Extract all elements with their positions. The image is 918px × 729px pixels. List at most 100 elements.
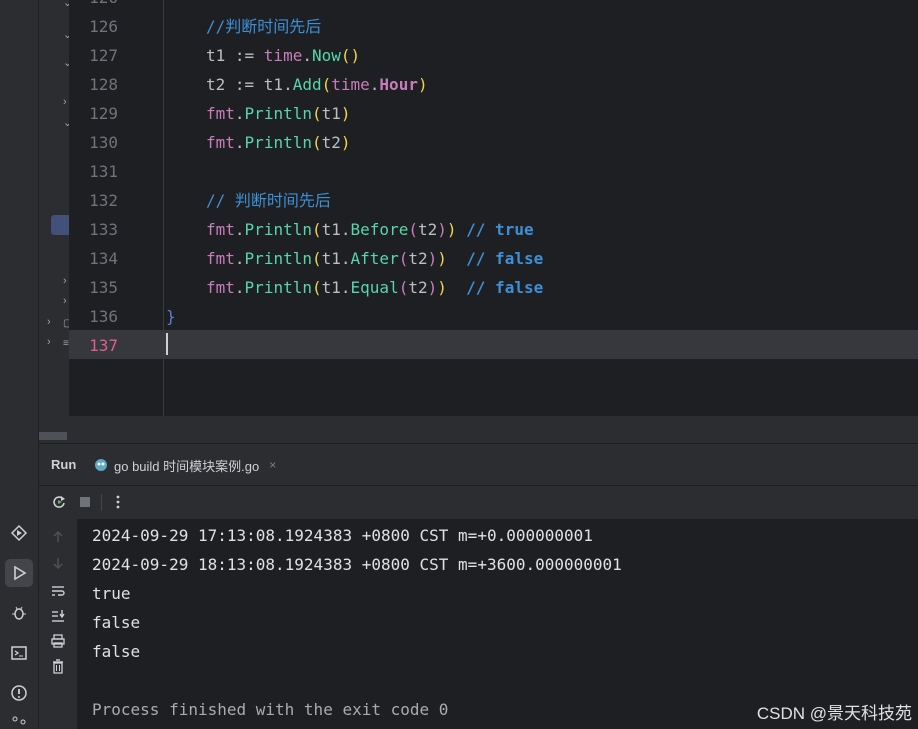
debug-icon[interactable] [5,599,33,627]
chevron-right-icon[interactable]: › [47,316,51,328]
run-panel-title: Run [51,457,77,472]
constant: Hour [379,75,418,94]
tool-window-strip [0,0,39,729]
package-name: fmt [206,220,235,239]
line-number: 131 [89,162,118,181]
console-output[interactable]: 2024-09-29 17:13:08.1924383 +0800 CST m=… [78,519,918,729]
selected-tree-item[interactable] [51,215,69,235]
process-finished-line: Process finished with the exit code 0 [92,700,449,719]
function-call: After [350,249,399,268]
trash-icon[interactable] [48,657,68,677]
identifier: t2 [321,133,341,152]
console-line: 2024-09-29 18:13:08.1924383 +0800 CST m=… [92,555,622,574]
function-call: Equal [350,278,399,297]
run-toolbar [39,485,918,520]
console-line: true [92,584,131,603]
more-icon[interactable] [108,492,128,512]
operator: := [225,75,264,94]
tab-label: go build 时间模块案例.go [114,458,260,474]
function-call: Before [350,220,409,239]
line-number: 134 [89,249,118,268]
code-line: fmt.Println(t1.Before(t2)) // true [206,220,534,239]
line-number-current: 137 [89,336,118,355]
identifier: t2 [408,278,428,297]
line-number: 128 [89,75,118,94]
line-number: 133 [89,220,118,239]
toolbar-divider [101,494,102,511]
function-call: Println [244,133,312,152]
console-line: false [92,642,141,661]
text-caret [166,333,168,355]
closing-brace: } [166,307,176,326]
identifier: t1 [321,220,341,239]
code-line: fmt.Println(t1.Equal(t2)) // false [206,278,544,297]
problems-icon[interactable] [5,679,33,707]
function-call: Println [244,278,312,297]
console-line: 2024-09-29 17:13:08.1924383 +0800 CST m=… [92,526,593,545]
comment: // 判断时间先后 [206,191,331,210]
soft-wrap-icon[interactable] [48,581,68,601]
comment: // false [466,249,544,268]
project-tree[interactable]: ⌄ ⌄ ⌄ › ⌄ › › › ▢ › ≡ [39,0,69,430]
horizontal-scrollbar[interactable] [39,432,67,440]
comment: // false [466,278,544,297]
package-name: time [331,75,370,94]
function-call: Add [292,75,322,94]
line-number: 132 [89,191,118,210]
code-line: } [166,302,176,331]
code-editor[interactable]: 126 126 127 128 129 130 131 132 133 134 … [69,0,918,416]
stop-icon[interactable] [75,492,95,512]
function-call: Println [244,220,312,239]
terminal-icon[interactable] [5,639,33,667]
code-line: // 判断时间先后 [206,186,331,215]
code-line: fmt.Println(t1) [206,104,351,123]
rerun-icon[interactable] [49,492,69,512]
package-name: fmt [206,133,235,152]
library-icon: ≡ [63,338,69,349]
up-arrow-icon[interactable] [48,527,68,547]
close-icon[interactable]: × [269,458,276,472]
git-icon[interactable] [5,716,33,729]
chevron-right-icon[interactable]: › [47,336,51,348]
watermark: CSDN @景天科技苑 [756,704,912,723]
code-line: fmt.Println(t2) [206,133,351,152]
operator: := [225,46,264,65]
run-side-toolbar [39,519,78,729]
identifier: t1 [321,249,341,268]
code-line: t1 := time.Now() [206,46,361,65]
identifier: t1 [321,278,341,297]
code-line: t2 := t1.Add(time.Hour) [206,75,428,94]
down-arrow-icon[interactable] [48,553,68,573]
identifier: t2 [408,249,428,268]
code-line: fmt.Println(t1.After(t2)) // false [206,249,544,268]
package-name: fmt [206,249,235,268]
scroll-to-end-icon[interactable] [48,606,68,626]
console-line: false [92,613,141,632]
comment: // true [466,220,534,239]
identifier: t1 [263,75,284,94]
run-icon[interactable] [5,559,33,587]
line-number: 135 [89,278,118,297]
chevron-right-icon[interactable]: › [63,275,67,287]
tab-go-build[interactable]: go build 时间模块案例.go × [94,444,304,488]
line-number: 126 [69,0,118,12]
identifier: t2 [206,75,226,94]
line-number: 127 [89,46,118,65]
line-number: 130 [89,133,118,152]
go-file-icon [95,459,107,471]
services-icon[interactable] [5,519,33,547]
print-icon[interactable] [48,631,68,651]
package-name: fmt [206,104,235,123]
line-number: 129 [89,104,118,123]
line-number: 126 [89,17,118,36]
code-line: //判断时间先后 [206,12,321,41]
chevron-right-icon[interactable]: › [63,96,67,108]
identifier: t1 [321,104,341,123]
identifier: t1 [206,46,226,65]
function-call: Println [244,104,312,123]
chevron-right-icon[interactable]: › [63,295,67,307]
package-name: fmt [206,278,235,297]
line-number: 136 [89,307,118,326]
package-name: time [263,46,303,65]
function-call: Now [311,46,341,65]
